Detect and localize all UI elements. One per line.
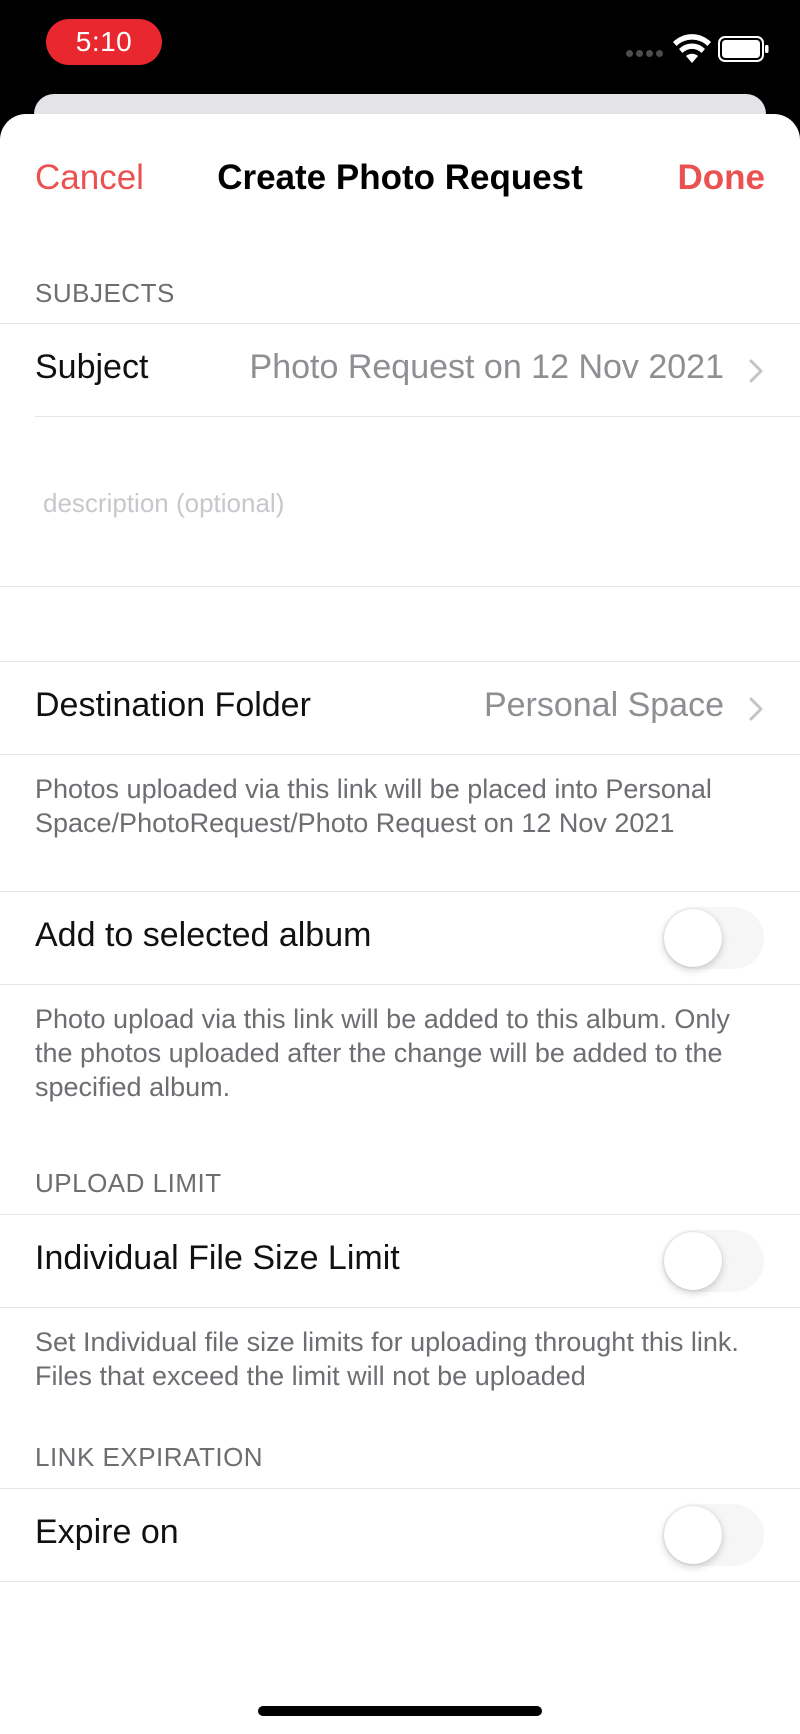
section-header-link-expiration: LINK EXPIRATION — [35, 1442, 264, 1472]
divider — [0, 754, 800, 755]
destination-footer-text: Photos uploaded via this link will be pl… — [35, 774, 712, 838]
create-photo-request-sheet: Cancel Create Photo Request Done SUBJECT… — [0, 114, 800, 1734]
toggle-knob — [664, 909, 722, 967]
file-size-limit-row: Individual File Size Limit — [0, 1215, 800, 1307]
divider — [0, 586, 800, 587]
divider — [0, 1307, 800, 1308]
section-header-upload-limit: UPLOAD LIMIT — [35, 1168, 222, 1198]
chevron-right-icon — [749, 359, 763, 383]
album-footer-text: Photo upload via this link will be added… — [35, 1004, 730, 1102]
add-to-album-label: Add to selected album — [35, 916, 372, 954]
wifi-icon — [673, 34, 711, 63]
destination-folder-label: Destination Folder — [35, 686, 311, 724]
add-to-album-row: Add to selected album — [0, 892, 800, 984]
subject-row[interactable]: Subject Photo Request on 12 Nov 2021 — [0, 324, 800, 416]
page-title: Create Photo Request — [217, 158, 583, 197]
subject-value: Photo Request on 12 Nov 2021 — [249, 348, 724, 386]
add-to-album-toggle[interactable] — [662, 907, 764, 969]
description-input[interactable]: description (optional) — [43, 488, 284, 519]
status-bar: 5:10 — [0, 0, 800, 100]
section-header-subjects: SUBJECTS — [35, 278, 175, 308]
subject-label: Subject — [35, 348, 149, 386]
upload-limit-footer-text: Set Individual file size limits for uplo… — [35, 1327, 739, 1391]
divider — [35, 416, 800, 417]
status-time: 5:10 — [46, 19, 162, 65]
cancel-button[interactable]: Cancel — [35, 154, 144, 202]
expire-on-toggle[interactable] — [662, 1504, 764, 1566]
toggle-knob — [664, 1232, 722, 1290]
divider — [0, 1581, 800, 1582]
toggle-knob — [664, 1506, 722, 1564]
battery-icon — [718, 36, 769, 62]
divider — [0, 984, 800, 985]
cellular-signal-icon — [626, 50, 664, 58]
file-size-limit-toggle[interactable] — [662, 1230, 764, 1292]
done-button[interactable]: Done — [678, 154, 766, 202]
destination-folder-value: Personal Space — [483, 686, 724, 724]
destination-folder-row[interactable]: Destination Folder Personal Space — [0, 662, 800, 754]
expire-on-row: Expire on — [0, 1489, 800, 1581]
file-size-limit-label: Individual File Size Limit — [35, 1239, 400, 1277]
expire-on-label: Expire on — [35, 1513, 179, 1551]
home-indicator[interactable] — [258, 1706, 542, 1716]
chevron-right-icon — [749, 697, 763, 721]
